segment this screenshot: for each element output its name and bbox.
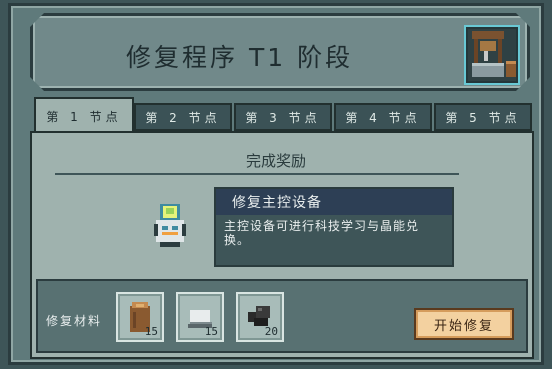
divider: [55, 173, 459, 175]
tab-node-4[interactable]: 第 4 节点: [334, 103, 432, 131]
reward-item-desc: 主控设备可进行科技学习与晶能兑换。: [224, 219, 420, 247]
reward-info-box: 修复主控设备 主控设备可进行科技学习与晶能兑换。: [214, 187, 454, 267]
tab-label: 第 4 节点: [345, 110, 421, 125]
material-slot-metal[interactable]: 15: [176, 292, 224, 342]
material-slot-coal[interactable]: 20: [236, 292, 284, 342]
material-count: 20: [264, 325, 278, 338]
materials-label: 修复材料: [46, 314, 103, 328]
tab-node-5[interactable]: 第 5 节点: [434, 103, 532, 131]
tab-node-2[interactable]: 第 2 节点: [134, 103, 232, 131]
tab-label: 第 5 节点: [445, 110, 521, 125]
reward-item-title: 修复主控设备: [216, 189, 452, 215]
material-count: 15: [204, 325, 218, 338]
robot-console-icon: [150, 200, 190, 250]
tab-label: 第 2 节点: [145, 110, 221, 125]
material-count: 15: [144, 325, 158, 338]
material-slot-wood[interactable]: 15: [116, 292, 164, 342]
start-repair-button[interactable]: 开始修复: [414, 308, 514, 340]
page-title: 修复程序 T1 阶段: [126, 43, 354, 72]
reward-section-title: 完成奖励: [245, 152, 306, 170]
tab-node-3[interactable]: 第 3 节点: [234, 103, 332, 131]
well-icon: [464, 25, 520, 85]
tab-node-1[interactable]: 第 1 节点: [34, 97, 134, 133]
tab-label: 第 1 节点: [46, 109, 122, 124]
tab-label: 第 3 节点: [245, 110, 321, 125]
start-repair-label: 开始修复: [433, 318, 494, 334]
